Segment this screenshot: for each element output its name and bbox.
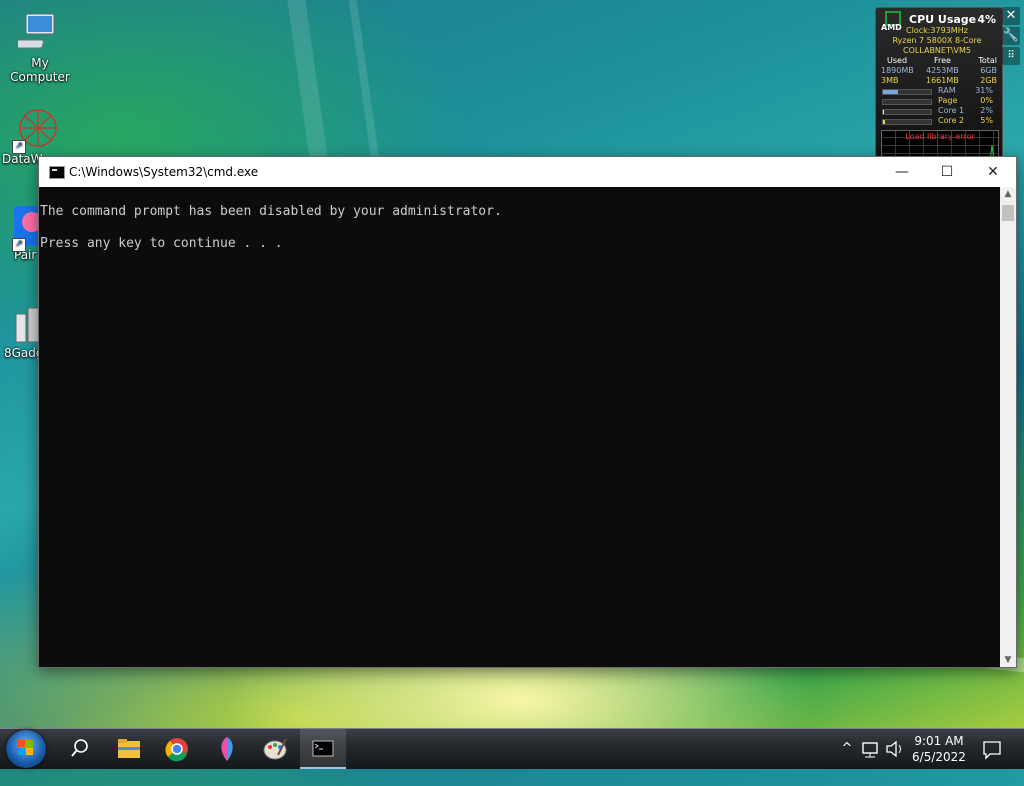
console-output[interactable]: The command prompt has been disabled by … bbox=[39, 187, 1000, 667]
taskbar-cmd[interactable] bbox=[300, 729, 346, 769]
gadget-toolbar: ✕ 🔧 ⠿ bbox=[1002, 7, 1022, 69]
cmd-app-icon bbox=[49, 166, 65, 179]
taskbar-paint3d[interactable] bbox=[204, 729, 250, 769]
core1-bar-fill bbox=[883, 110, 885, 114]
gadget-drag-handle-icon[interactable]: ⠿ bbox=[1002, 47, 1020, 65]
tray-overflow-chevron-icon[interactable]: ^ bbox=[838, 729, 856, 769]
ram-bar-fill bbox=[883, 90, 898, 94]
taskbar-search-button[interactable] bbox=[56, 729, 102, 769]
cmd-window[interactable]: C:\Windows\System32\cmd.exe — ☐ ✕ The co… bbox=[38, 156, 1017, 668]
cpu-percent: 4% bbox=[977, 13, 996, 26]
cpu-model: Ryzen 7 5800X 8-Core bbox=[892, 36, 982, 45]
search-icon bbox=[71, 739, 88, 757]
core2-bar-fill bbox=[883, 120, 886, 124]
clock-date: 6/5/2022 bbox=[912, 750, 966, 764]
meter-core2: Core 2 5% bbox=[876, 116, 1002, 126]
window-title: C:\Windows\System32\cmd.exe bbox=[69, 165, 259, 179]
palette-icon bbox=[263, 738, 287, 760]
maximize-button[interactable]: ☐ bbox=[924, 157, 970, 187]
tray-clock[interactable]: 9:01 AM 6/5/2022 bbox=[906, 733, 972, 765]
console-line: The command prompt has been disabled by … bbox=[40, 204, 502, 219]
desktop-icon-my-computer[interactable]: My Computer bbox=[0, 10, 80, 84]
taskbar: ^ 9:01 AM 6/5/2022 bbox=[0, 728, 1024, 769]
gadget-title: CPU Usage bbox=[909, 13, 977, 26]
cpu-clock: Clock:3793MHz bbox=[906, 26, 968, 35]
taskbar-chrome[interactable] bbox=[154, 729, 200, 769]
meter-ram: RAM 31% bbox=[876, 86, 1002, 96]
host-name: COLLABNET\VM5 bbox=[902, 46, 972, 55]
gadget-close-icon[interactable]: ✕ bbox=[1002, 7, 1020, 25]
clock-time: 9:01 AM bbox=[914, 734, 964, 748]
meter-page: Page 0% bbox=[876, 96, 1002, 106]
taskbar-file-explorer[interactable] bbox=[106, 729, 152, 769]
scroll-up-icon[interactable]: ▲ bbox=[1000, 187, 1016, 201]
scroll-thumb[interactable] bbox=[1002, 205, 1014, 221]
taskbar-paint[interactable] bbox=[252, 729, 298, 769]
gadget-settings-wrench-icon[interactable]: 🔧 bbox=[1002, 27, 1020, 45]
command-prompt-icon bbox=[312, 740, 334, 757]
paint-drop-icon bbox=[221, 737, 233, 761]
folder-icon bbox=[118, 739, 140, 758]
window-titlebar[interactable]: C:\Windows\System32\cmd.exe — ☐ ✕ bbox=[39, 157, 1016, 187]
network-icon[interactable] bbox=[860, 729, 882, 769]
meter-core1: Core 1 2% bbox=[876, 106, 1002, 116]
cpu-usage-gadget[interactable]: AMD CPU Usage 4% Clock:3793MHz Ryzen 7 5… bbox=[875, 7, 1003, 161]
action-center-icon[interactable] bbox=[978, 729, 1006, 769]
computer-icon bbox=[18, 13, 55, 49]
vertical-scrollbar[interactable]: ▲ ▼ bbox=[1000, 187, 1016, 667]
chrome-icon bbox=[165, 738, 188, 762]
scroll-down-icon[interactable]: ▼ bbox=[1000, 653, 1016, 667]
amd-logo: AMD bbox=[881, 11, 903, 32]
console-line: Press any key to continue . . . bbox=[40, 236, 283, 251]
shortcut-arrow-icon: ↗ bbox=[12, 238, 26, 252]
start-button[interactable] bbox=[6, 730, 46, 768]
desktop-icon-label: My Computer bbox=[10, 56, 70, 84]
minimize-button[interactable]: — bbox=[879, 157, 925, 187]
volume-icon[interactable] bbox=[884, 729, 906, 769]
windows-logo-icon bbox=[18, 740, 34, 756]
shortcut-arrow-icon: ↗ bbox=[12, 140, 26, 154]
close-button[interactable]: ✕ bbox=[970, 157, 1016, 187]
desktop-icon-label: DataW bbox=[2, 152, 43, 166]
